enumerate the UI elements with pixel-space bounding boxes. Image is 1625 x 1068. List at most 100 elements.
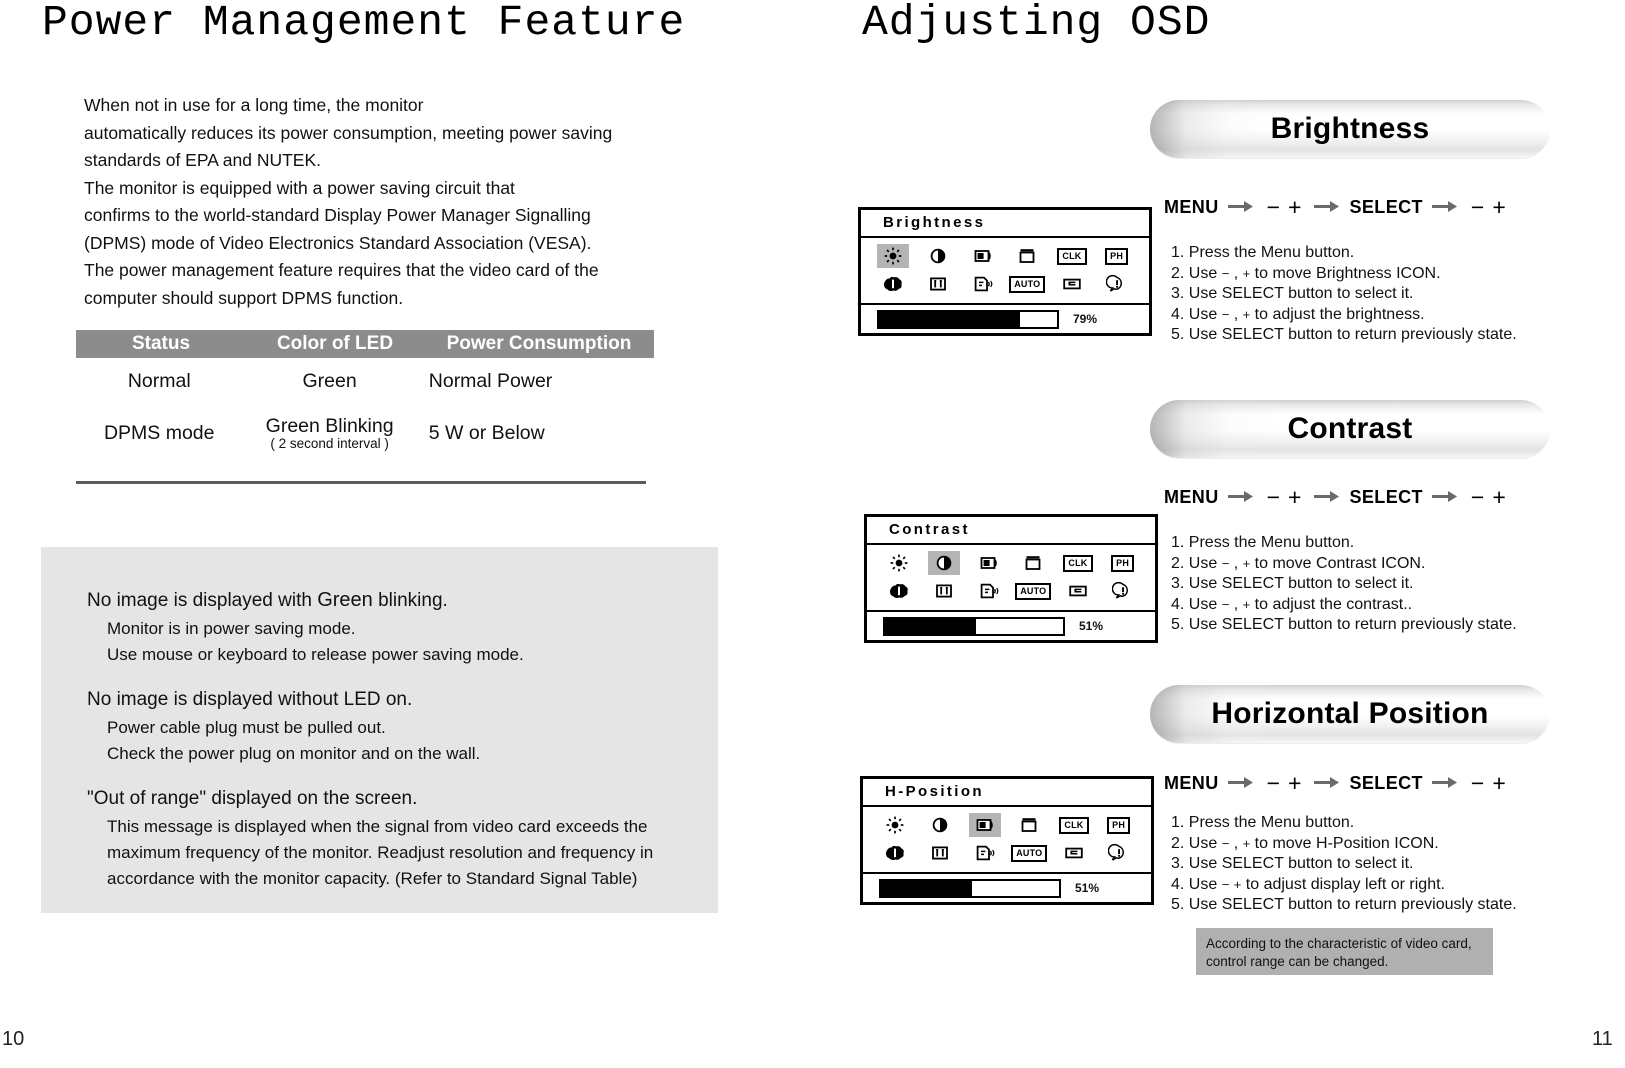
progress-percent: 51%: [1075, 881, 1100, 895]
instruction-step: 5. Use SELECT button to return previousl…: [1171, 326, 1517, 343]
instruction-step: 5. Use SELECT button to return previousl…: [1171, 896, 1517, 913]
v-size-icon[interactable]: [928, 579, 960, 603]
color-temp-icon[interactable]: [879, 841, 911, 865]
osd-window-h-position: H-Position CLK PH AUTO 51%: [860, 776, 1154, 905]
contrast-icon[interactable]: [922, 244, 954, 268]
minus-button[interactable]: −: [1471, 196, 1484, 219]
arrow-right-icon: [1431, 197, 1458, 218]
banner-contrast: Contrast: [1150, 400, 1550, 458]
progress-percent: 51%: [1079, 619, 1104, 633]
v-size-icon[interactable]: [922, 272, 954, 296]
auto-icon[interactable]: AUTO: [1015, 579, 1052, 603]
osd-value-bar[interactable]: 51%: [867, 612, 1155, 640]
power-management-intro: When not in use for a long time, the mon…: [84, 92, 684, 312]
v-size-icon[interactable]: [924, 841, 956, 865]
h-position-icon[interactable]: [967, 244, 999, 268]
page-number-left: 10: [2, 1028, 25, 1050]
auto-icon[interactable]: AUTO: [1011, 841, 1048, 865]
progress-fill: [881, 880, 972, 896]
arrow-right-icon: [1227, 773, 1254, 794]
menu-sequence-row: MENU − + SELECT − +: [1164, 196, 1510, 219]
color-temp-icon[interactable]: [877, 272, 909, 296]
trouble-heading: No image is displayed with Green blinkin…: [87, 587, 718, 614]
recall-icon[interactable]: [1056, 272, 1088, 296]
h-position-icon[interactable]: [973, 551, 1005, 575]
trouble-item: Power cable plug must be pulled out.: [107, 718, 386, 737]
intro-line: The power management feature requires th…: [84, 260, 599, 280]
ph-icon[interactable]: PH: [1101, 244, 1133, 268]
ph-icon[interactable]: PH: [1107, 551, 1139, 575]
intro-line: When not in use for a long time, the mon…: [84, 95, 424, 115]
osd-info-icon[interactable]: [1107, 579, 1139, 603]
minus-button[interactable]: −: [1267, 486, 1280, 509]
brightness-icon[interactable]: [877, 244, 910, 268]
intro-line: confirms to the world-standard Display P…: [84, 205, 591, 225]
osd-value-bar[interactable]: 51%: [863, 874, 1151, 902]
ph-icon[interactable]: PH: [1103, 813, 1135, 837]
h-position-icon[interactable]: [968, 813, 1001, 837]
menu-button-label[interactable]: MENU: [1164, 487, 1219, 508]
plus-button[interactable]: +: [1492, 772, 1505, 795]
left-page-title: Power Management Feature: [42, 0, 686, 47]
instruction-step: 1. Press the Menu button.: [1171, 534, 1355, 551]
osd-info-icon[interactable]: [1101, 272, 1133, 296]
table-row: DPMS mode Green Blinking ( 2 second inte…: [76, 405, 654, 462]
trouble-heading: "Out of range" displayed on the screen.: [87, 788, 418, 809]
trouble-item: Use mouse or keyboard to release power s…: [107, 645, 524, 664]
clk-icon[interactable]: CLK: [1058, 813, 1090, 837]
clk-icon[interactable]: CLK: [1056, 244, 1088, 268]
recall-icon[interactable]: [1058, 841, 1090, 865]
minus-button[interactable]: −: [1267, 196, 1280, 219]
banner-horizontal-position: Horizontal Position: [1150, 685, 1550, 743]
arrow-right-icon: [1314, 773, 1340, 794]
instruction-steps: 1. Press the Menu button. 2. Use − , + to…: [1171, 533, 1517, 636]
osd-icon-row: CLK PH: [861, 242, 1149, 270]
osd-value-bar[interactable]: 79%: [861, 305, 1149, 333]
trouble-heading-emphasis: Green: [317, 589, 373, 611]
select-button-label[interactable]: SELECT: [1349, 773, 1422, 794]
osd-icon-grid[interactable]: CLK PH AUTO: [867, 545, 1155, 612]
language-icon[interactable]: [973, 579, 1005, 603]
contrast-icon[interactable]: [924, 813, 956, 837]
select-button-label[interactable]: SELECT: [1349, 197, 1422, 218]
menu-button-label[interactable]: MENU: [1164, 773, 1219, 794]
progress-track: [883, 616, 1065, 636]
osd-icon-row: AUTO: [867, 577, 1155, 605]
v-position-icon[interactable]: [1013, 813, 1045, 837]
osd-icon-row: CLK PH: [863, 811, 1151, 839]
v-position-icon[interactable]: [1017, 551, 1049, 575]
v-position-icon[interactable]: [1011, 244, 1043, 268]
instruction-step: 2. Use − , + to move Brightness ICON.: [1171, 264, 1441, 282]
plus-button[interactable]: +: [1492, 196, 1505, 219]
osd-icon-grid[interactable]: CLK PH AUTO: [863, 807, 1151, 874]
color-temp-icon[interactable]: [883, 579, 915, 603]
progress-fill: [879, 311, 1020, 327]
note-text: According to the characteristic of video…: [1196, 928, 1493, 971]
menu-button-label[interactable]: MENU: [1164, 197, 1219, 218]
trouble-heading-post: blinking.: [372, 590, 448, 611]
select-button-label[interactable]: SELECT: [1349, 487, 1422, 508]
instruction-step: 4. Use − , + to adjust the contrast..: [1171, 595, 1413, 613]
minus-button[interactable]: −: [1267, 772, 1280, 795]
language-icon[interactable]: [969, 841, 1001, 865]
plus-button[interactable]: +: [1288, 486, 1301, 509]
instruction-step: 4. Use − , + to adjust the brightness.: [1171, 305, 1425, 323]
brightness-icon[interactable]: [883, 551, 915, 575]
menu-sequence-row: MENU − + SELECT − +: [1164, 486, 1510, 509]
instruction-step: 4. Use − + to adjust display left or rig…: [1171, 875, 1445, 893]
osd-icon-grid[interactable]: CLK PH AUTO: [861, 238, 1149, 305]
trouble-item: Check the power plug on monitor and on t…: [107, 744, 481, 763]
contrast-icon[interactable]: [927, 551, 960, 575]
minus-button[interactable]: −: [1471, 486, 1484, 509]
brightness-icon[interactable]: [879, 813, 911, 837]
plus-button[interactable]: +: [1492, 486, 1505, 509]
minus-button[interactable]: −: [1471, 772, 1484, 795]
plus-button[interactable]: +: [1288, 772, 1301, 795]
instruction-step: 1. Press the Menu button.: [1171, 814, 1355, 831]
osd-info-icon[interactable]: [1103, 841, 1135, 865]
language-icon[interactable]: [967, 272, 999, 296]
clk-icon[interactable]: CLK: [1062, 551, 1094, 575]
plus-button[interactable]: +: [1288, 196, 1301, 219]
recall-icon[interactable]: [1062, 579, 1094, 603]
auto-icon[interactable]: AUTO: [1009, 272, 1046, 296]
